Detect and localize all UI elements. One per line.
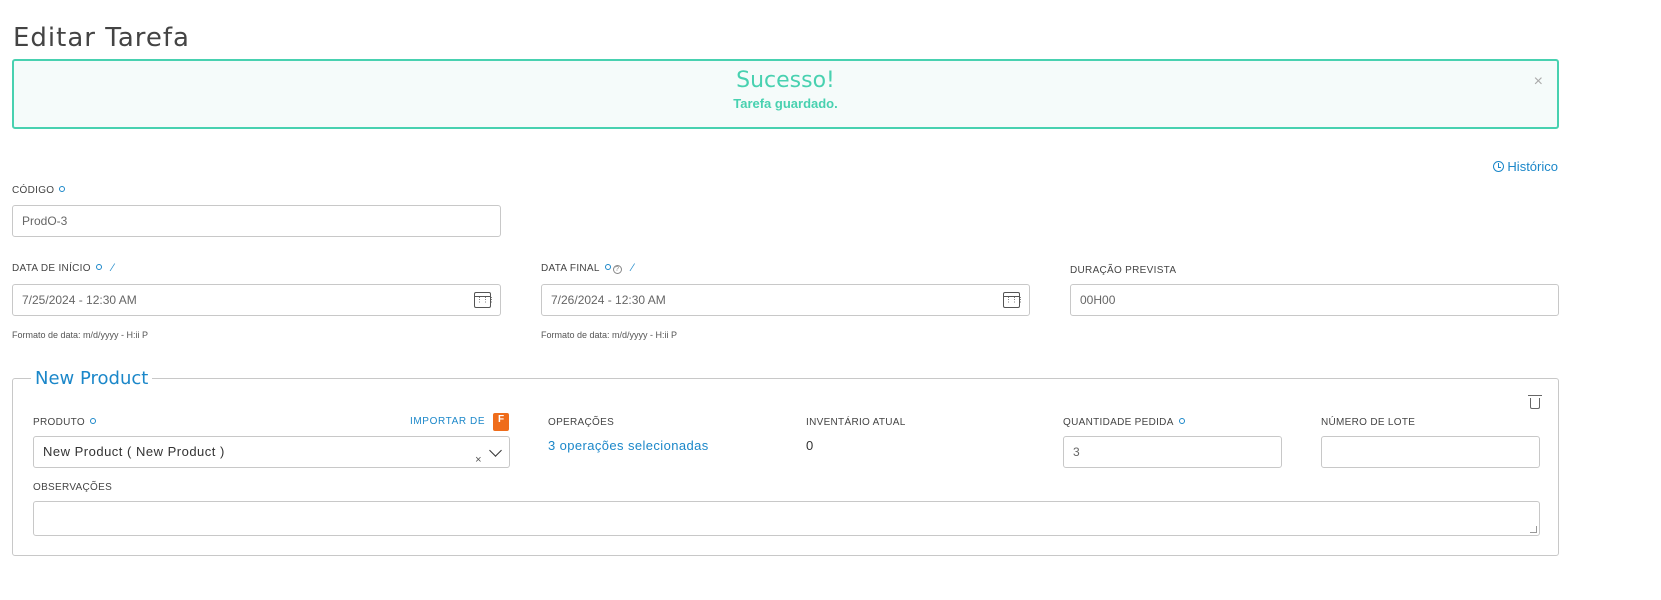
product-section-legend: New Product [31,368,153,389]
trash-icon[interactable] [1528,395,1542,409]
observacoes-textarea[interactable] [33,501,1540,536]
clear-icon[interactable]: × [475,445,482,475]
quantidade-input[interactable]: 3 [1063,436,1282,468]
produto-label: PRODUTO [33,417,96,428]
data-inicio-label: DATA DE INÍCIO ⁄ [12,262,114,274]
produto-select[interactable]: New Product ( New Product ) × [33,436,510,468]
required-indicator-icon [95,264,102,270]
duracao-input[interactable]: 00H00 [1070,284,1559,316]
clock-icon [1493,161,1505,172]
produto-label-text: PRODUTO [33,417,85,428]
data-inicio-input[interactable]: 7/25/2024 - 12:30 AM [12,284,501,316]
alert-title: Sucesso! [736,68,835,93]
magic-wand-icon[interactable]: ⁄ [632,262,634,274]
data-final-input[interactable]: 7/26/2024 - 12:30 AM [541,284,1030,316]
quantidade-label-text: QUANTIDADE PEDIDA [1063,417,1174,428]
operacoes-link[interactable]: 3 operações selecionadas [548,438,709,453]
history-link[interactable]: Histórico [1493,159,1558,174]
calendar-icon[interactable] [474,292,494,308]
inventario-value: 0 [806,438,814,453]
product-section: New Product PRODUTO IMPORTAR DE F New Pr… [12,368,1559,556]
success-alert: Sucesso! Tarefa guardado. × [12,59,1559,129]
duracao-label: DURAÇÃO PREVISTA [1070,265,1177,276]
lote-label: NÚMERO DE LOTE [1321,417,1416,428]
inventario-label: INVENTÁRIO ATUAL [806,417,906,428]
alert-message: Tarefa guardado. [733,96,838,111]
history-label: Histórico [1507,159,1558,174]
close-icon[interactable]: × [1534,73,1543,91]
lote-input[interactable] [1321,436,1540,468]
data-inicio-label-text: DATA DE INÍCIO [12,263,91,274]
required-indicator-icon [1178,418,1185,424]
operacoes-label: OPERAÇÕES [548,417,615,428]
required-indicator-icon [59,186,66,192]
codigo-input[interactable]: ProdO-3 [12,205,501,237]
data-final-value: 7/26/2024 - 12:30 AM [551,293,666,307]
data-final-label: DATA FINAL? ⁄ [541,262,634,274]
calendar-icon[interactable] [1003,292,1023,308]
produto-selected-value: New Product ( New Product ) [43,444,225,459]
page-title: Editar Tarefa [13,23,190,54]
chevron-down-icon[interactable] [489,444,502,457]
observacoes-label: OBSERVAÇÕES [33,482,113,493]
required-indicator-icon [89,418,96,424]
codigo-label-text: CÓDIGO [12,185,55,196]
import-source-icon[interactable]: F [493,413,509,431]
data-final-label-text: DATA FINAL [541,263,600,274]
magic-wand-icon[interactable]: ⁄ [112,262,114,274]
codigo-label: CÓDIGO [12,185,66,196]
data-inicio-hint: Formato de data: m/d/yyyy - H:ii P [12,330,149,340]
import-from-link[interactable]: IMPORTAR DE [410,416,485,427]
required-indicator-icon [604,264,611,270]
quantidade-label: QUANTIDADE PEDIDA [1063,417,1185,428]
data-final-hint: Formato de data: m/d/yyyy - H:ii P [541,330,678,340]
help-icon[interactable]: ? [612,265,622,274]
data-inicio-value: 7/25/2024 - 12:30 AM [22,293,137,307]
